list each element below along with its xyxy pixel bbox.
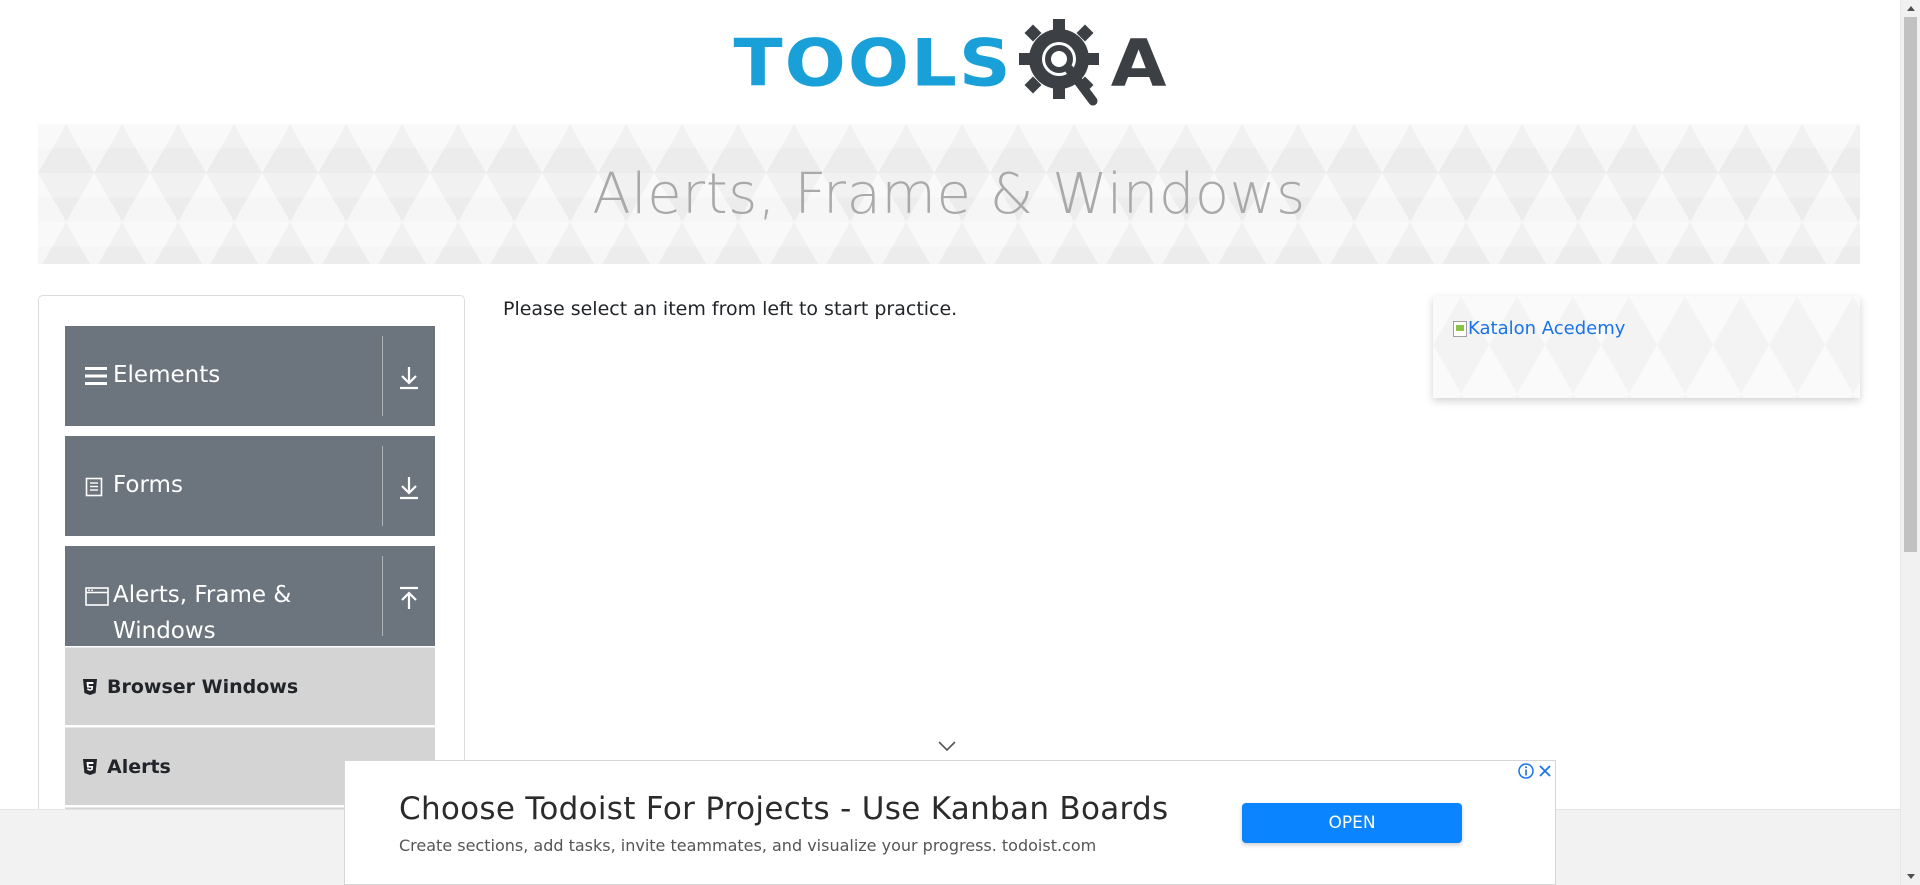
sidebar-group-label: Elements	[113, 362, 221, 388]
close-icon[interactable]	[1536, 762, 1554, 780]
group-divider	[382, 336, 383, 416]
sidebar-group-label: Forms	[113, 472, 183, 498]
sidebar-group-alerts-frame-windows[interactable]: Alerts, Frame & Windows	[65, 546, 435, 646]
logo-text-tools: TOOLS	[733, 24, 1013, 101]
ad-title[interactable]: Choose Todoist For Projects - Use Kanban…	[399, 791, 1168, 827]
sidebar-item-label: Alerts	[107, 755, 171, 778]
page-title: Alerts, Frame & Windows	[592, 161, 1306, 227]
ad-open-button[interactable]: OPEN	[1242, 803, 1462, 843]
header: TOOLS A	[0, 0, 1900, 125]
katalon-academy-link-text: Katalon Acedemy	[1468, 318, 1626, 339]
vertical-scrollbar[interactable]	[1900, 0, 1920, 885]
sidebar-item-browser-windows[interactable]: Browser Windows	[65, 647, 435, 725]
list-icon	[85, 367, 107, 385]
info-icon[interactable]	[1517, 762, 1535, 780]
broken-image-icon	[1453, 320, 1467, 337]
html5-icon	[83, 678, 97, 695]
katalon-academy-link[interactable]: Katalon Acedemy	[1453, 318, 1625, 339]
logo-text-a: A	[1110, 24, 1167, 101]
gear-magnifier-icon	[1018, 18, 1099, 105]
download-arrow-icon[interactable]	[393, 362, 425, 394]
ad-description: Create sections, add tasks, invite teamm…	[399, 836, 1097, 855]
sidebar-group-forms[interactable]: Forms	[65, 436, 435, 536]
sidebar-item-label: Browser Windows	[107, 675, 299, 698]
upload-arrow-icon[interactable]	[393, 582, 425, 614]
toolsqa-logo[interactable]: TOOLS A	[734, 8, 1167, 118]
scroll-down-arrow-icon[interactable]	[1901, 868, 1920, 885]
bottom-ad-banner: Choose Todoist For Projects - Use Kanban…	[344, 760, 1556, 885]
scrollbar-thumb[interactable]	[1904, 17, 1917, 552]
window-icon	[85, 587, 109, 606]
sidebar-group-label-line2: Windows	[113, 618, 216, 644]
sidebar-group-elements[interactable]: Elements	[65, 326, 435, 426]
page-banner: Alerts, Frame & Windows	[38, 124, 1860, 264]
sidebar-group-label: Alerts, Frame &	[113, 582, 292, 608]
group-divider	[382, 446, 383, 526]
html5-icon	[83, 758, 97, 775]
practice-instruction: Please select an item from left to start…	[503, 298, 958, 320]
scroll-up-arrow-icon[interactable]	[1901, 0, 1920, 17]
page: TOOLS A Alerts, Frame & Windows Elements…	[0, 0, 1920, 885]
download-arrow-icon[interactable]	[393, 472, 425, 504]
chevron-down-icon[interactable]	[937, 740, 957, 752]
side-ad-banner: Katalon Acedemy	[1433, 296, 1860, 398]
group-divider	[382, 556, 383, 636]
document-icon	[85, 477, 103, 497]
